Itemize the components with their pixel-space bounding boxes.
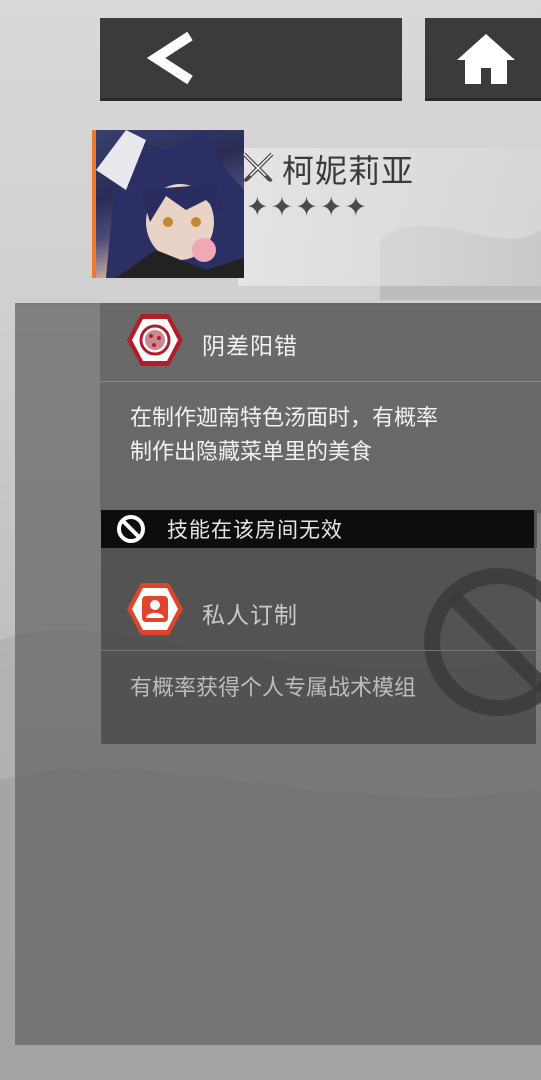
star-icon: ✦ xyxy=(319,192,343,223)
skill-description-line: 在制作迦南特色汤面时，有概率 xyxy=(130,406,439,431)
operator-name: 柯妮莉亚 xyxy=(282,152,415,190)
operator-portrait-art xyxy=(96,130,244,278)
home-icon xyxy=(457,34,515,84)
star-icon: ✦ xyxy=(344,192,368,223)
star-icon: ✦ xyxy=(246,192,269,223)
star-icon: ✦ xyxy=(270,192,294,223)
operator-portrait[interactable] xyxy=(92,130,244,278)
back-button[interactable] xyxy=(100,18,402,101)
portrait-badge-icon xyxy=(127,583,183,635)
skill-description: 有概率获得个人专属战术模组 xyxy=(130,676,417,701)
prohibited-icon xyxy=(117,515,145,543)
skill-divider xyxy=(100,381,541,382)
skill-title: 私人订制 xyxy=(202,603,298,629)
skill-invalid-banner: 技能在该房间无效 xyxy=(101,510,537,548)
home-button[interactable] xyxy=(425,18,541,101)
chevron-left-icon xyxy=(146,31,193,85)
skill-divider xyxy=(100,650,541,651)
skill-description: 在制作迦南特色汤面时，有概率 制作出隐藏菜单里的美食 xyxy=(130,402,525,470)
invalid-notice-text: 技能在该房间无效 xyxy=(167,518,343,542)
skill-description-line: 制作出隐藏菜单里的美食 xyxy=(130,440,373,465)
crossed-swords-icon xyxy=(242,152,274,183)
pizza-badge-icon xyxy=(127,314,183,366)
skill-title: 阴差阳错 xyxy=(202,334,298,360)
star-icon: ✦ xyxy=(295,192,318,223)
rarity-stars: ✦ ✦ ✦ ✦ ✦ xyxy=(246,194,367,222)
